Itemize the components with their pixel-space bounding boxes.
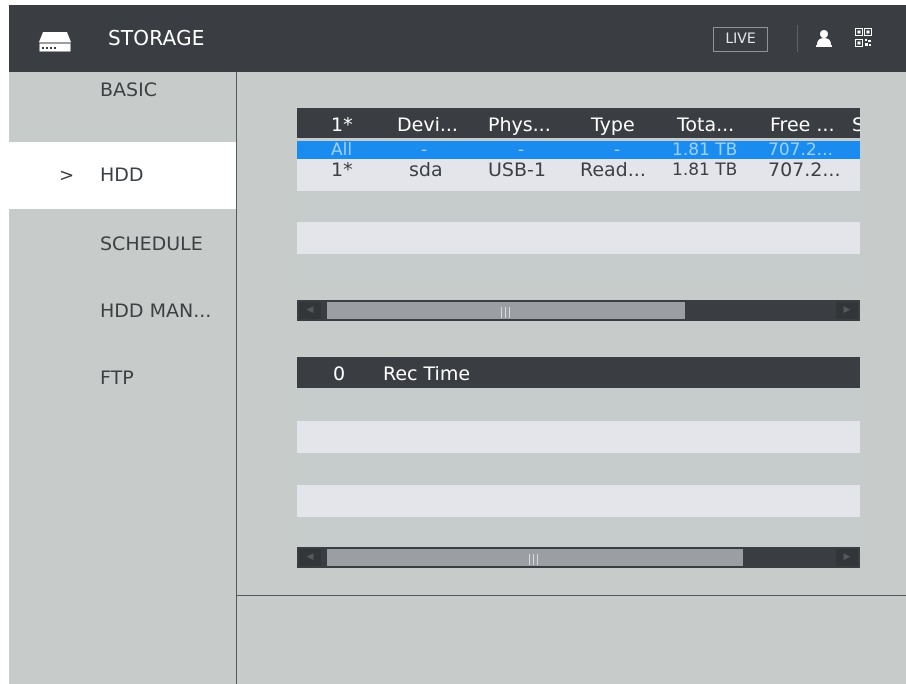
column-header[interactable]: Tota...: [677, 108, 734, 142]
grip-icon: [529, 554, 538, 565]
chevron-right-icon: >: [59, 165, 75, 186]
table-row: [297, 191, 860, 222]
table-cell: sda: [409, 159, 443, 181]
horizontal-scrollbar[interactable]: ◀ ▶: [297, 300, 860, 321]
qr-code-icon[interactable]: [855, 28, 872, 47]
table-row: [297, 453, 860, 485]
table-row[interactable]: All - - - 1.81 TB 707.2...: [297, 141, 860, 159]
sidebar-item-label: HDD MAN...: [100, 300, 212, 322]
table-cell: -: [421, 140, 428, 160]
column-header[interactable]: Type: [591, 108, 635, 142]
column-header[interactable]: Free ...: [770, 108, 834, 142]
hdd-table: 1* Devi... Phys... Type Tota... Free ...…: [297, 108, 860, 321]
table-header: 1* Devi... Phys... Type Tota... Free ...…: [297, 108, 860, 138]
sidebar-item-schedule[interactable]: SCHEDULE: [9, 211, 236, 278]
scroll-right-icon[interactable]: ▶: [836, 302, 858, 319]
sidebar-item-basic[interactable]: BASIC: [9, 72, 236, 139]
sidebar: BASIC > HDD SCHEDULE HDD MAN... FTP: [9, 72, 236, 684]
sidebar-item-hdd[interactable]: > HDD: [9, 142, 236, 209]
storage-app: STORAGE LIVE BASIC > HDD SCHEDULE HDD MA…: [9, 5, 906, 684]
table-cell: 1.81 TB: [672, 140, 738, 160]
column-header[interactable]: Devi...: [397, 108, 458, 142]
table-header: 0 Rec Time: [297, 357, 860, 388]
rec-time-table: 0 Rec Time ◀ ▶: [297, 357, 860, 573]
grip-icon: [501, 307, 510, 318]
sidebar-item-label: FTP: [100, 367, 134, 389]
sidebar-item-ftp[interactable]: FTP: [9, 345, 236, 412]
table-cell: 1*: [331, 159, 353, 181]
table-cell: All: [331, 140, 353, 160]
table-cell: Read...: [580, 159, 646, 181]
user-icon[interactable]: [816, 29, 832, 47]
column-header[interactable]: S: [852, 108, 860, 142]
sidebar-item-label: HDD: [100, 164, 144, 186]
table-row[interactable]: 1* sda USB-1 Read... 1.81 TB 707.2...: [297, 159, 860, 191]
table-cell: 1.81 TB: [672, 160, 738, 180]
column-header[interactable]: Phys...: [488, 108, 551, 142]
scrollbar-thumb[interactable]: [327, 549, 743, 566]
table-cell: -: [518, 140, 525, 160]
table-cell: 707.2...: [768, 140, 833, 160]
scroll-left-icon[interactable]: ◀: [299, 302, 321, 319]
table-cell: 707.2...: [768, 159, 841, 181]
header-divider: [797, 25, 798, 52]
table-row: [297, 222, 860, 254]
sidebar-item-label: BASIC: [100, 79, 157, 101]
table-row: [297, 485, 860, 517]
table-cell: -: [614, 140, 621, 160]
table-cell: USB-1: [488, 159, 546, 181]
sidebar-item-label: SCHEDULE: [100, 233, 203, 255]
sidebar-item-hdd-manage[interactable]: HDD MAN...: [9, 278, 236, 345]
column-header[interactable]: 0: [333, 357, 345, 391]
column-header[interactable]: 1*: [331, 108, 353, 142]
scroll-right-icon[interactable]: ▶: [836, 549, 858, 566]
table-row: [297, 421, 860, 453]
scroll-left-icon[interactable]: ◀: [299, 549, 321, 566]
live-button[interactable]: LIVE: [713, 27, 768, 52]
table-row: [297, 517, 860, 547]
page-title: STORAGE: [108, 26, 205, 50]
table-row: [297, 388, 860, 421]
sidebar-divider: [236, 72, 237, 684]
footer-divider: [237, 595, 906, 596]
horizontal-scrollbar[interactable]: ◀ ▶: [297, 547, 860, 568]
column-header[interactable]: Rec Time: [383, 357, 470, 391]
hdd-storage-icon: [38, 32, 72, 53]
scrollbar-thumb[interactable]: [327, 302, 685, 319]
table-row: [297, 254, 860, 284]
